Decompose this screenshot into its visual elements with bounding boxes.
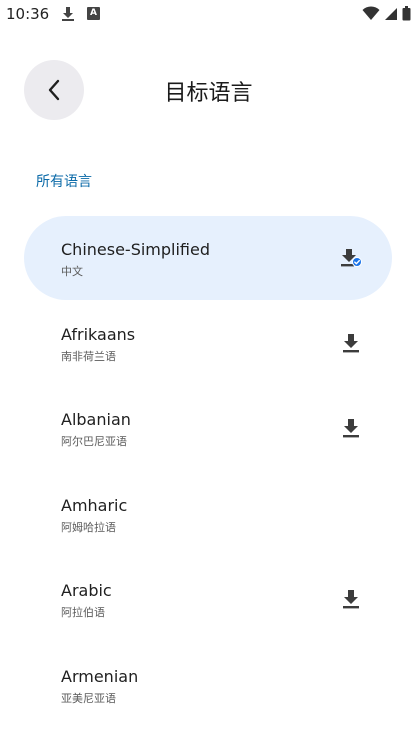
language-name: Afrikaans xyxy=(61,325,136,344)
screen: 10:36 A 目标语言 所有语言 Chinese-Simplified 中文 … xyxy=(0,0,417,743)
download-notification-icon xyxy=(62,7,74,21)
language-native-name: 阿尔巴尼亚语 xyxy=(61,435,127,448)
download-done-icon[interactable] xyxy=(340,247,362,269)
language-item-albanian[interactable]: Albanian 阿尔巴尼亚语 xyxy=(24,386,392,470)
language-name: Amharic xyxy=(61,496,128,515)
language-item-amharic[interactable]: Amharic 阿姆哈拉语 xyxy=(24,472,392,556)
language-name: Arabic xyxy=(61,581,112,600)
app-notification-icon: A xyxy=(87,7,100,20)
language-name: Chinese-Simplified xyxy=(61,240,211,259)
download-icon[interactable] xyxy=(340,332,362,354)
language-item-arabic[interactable]: Arabic 阿拉伯语 xyxy=(24,557,392,641)
language-native-name: 阿姆哈拉语 xyxy=(61,521,116,534)
battery-icon xyxy=(402,6,411,21)
download-icon[interactable] xyxy=(340,417,362,439)
status-time: 10:36 xyxy=(6,5,50,23)
language-item-armenian[interactable]: Armenian 亚美尼亚语 xyxy=(24,643,392,727)
download-icon[interactable] xyxy=(340,588,362,610)
language-native-name: 亚美尼亚语 xyxy=(61,692,116,705)
language-name: Albanian xyxy=(61,410,131,429)
language-native-name: 中文 xyxy=(61,265,83,278)
page-title: 目标语言 xyxy=(164,81,253,106)
language-item-chinese-simplified[interactable]: Chinese-Simplified 中文 xyxy=(24,216,392,300)
signal-icon xyxy=(385,7,397,20)
language-native-name: 南非荷兰语 xyxy=(61,350,116,363)
language-name: Armenian xyxy=(61,667,139,686)
language-item-afrikaans[interactable]: Afrikaans 南非荷兰语 xyxy=(24,301,392,385)
wifi-icon xyxy=(362,6,380,20)
status-right xyxy=(362,6,411,21)
language-native-name: 阿拉伯语 xyxy=(61,606,105,619)
section-header-all-languages: 所有语言 xyxy=(36,174,92,190)
status-bar: 10:36 A xyxy=(0,0,417,30)
